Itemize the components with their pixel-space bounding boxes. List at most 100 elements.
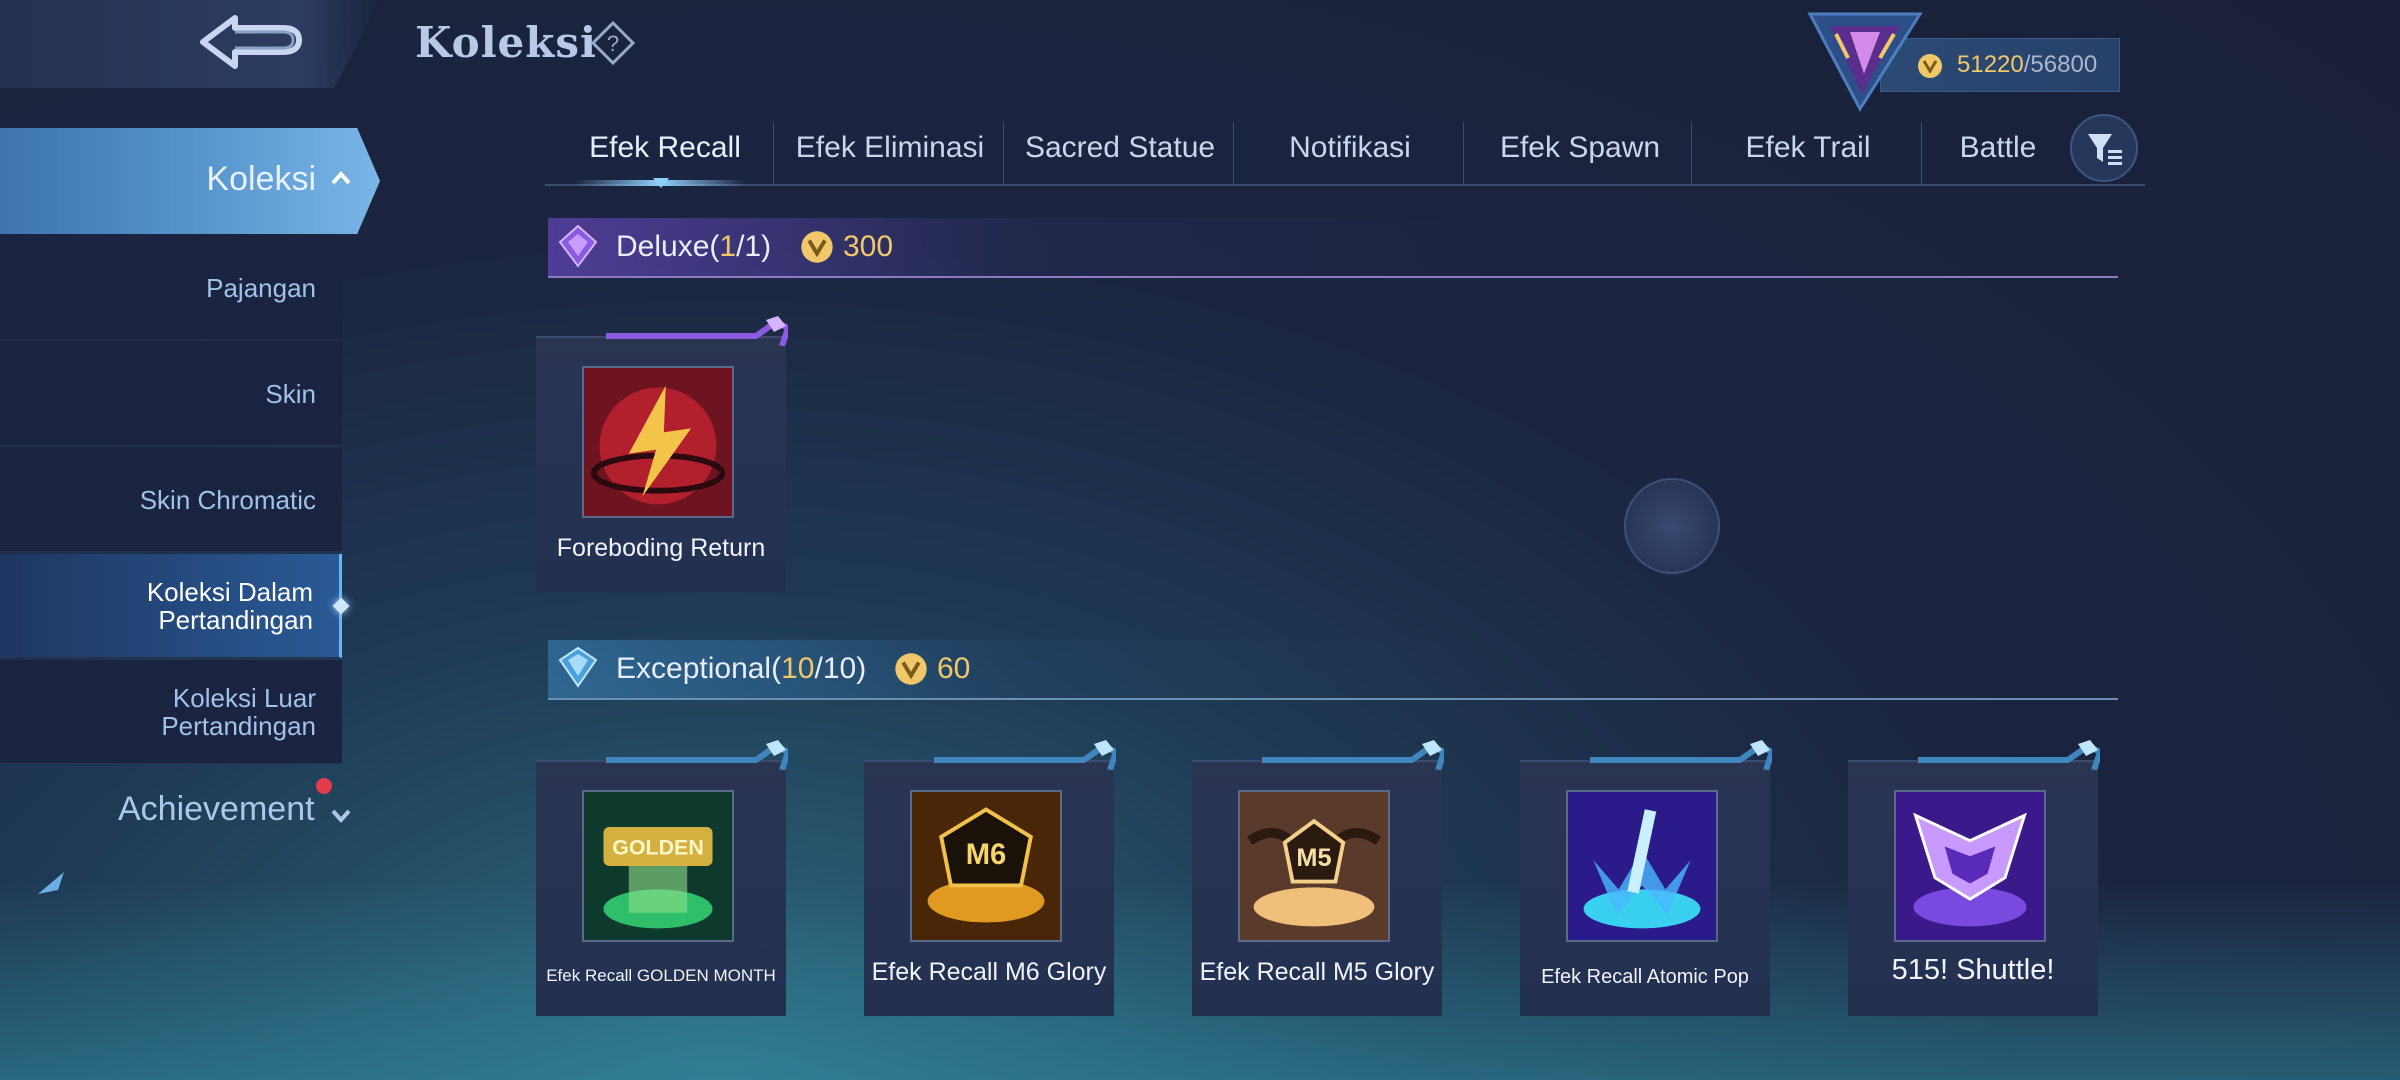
sidebar-item-label: Skin Chromatic — [139, 484, 316, 515]
card-art: M6 — [910, 790, 1062, 942]
section-price: 60 — [937, 652, 971, 685]
tab-label: Efek Recall — [589, 131, 741, 164]
tab-separator — [1691, 122, 1692, 186]
count-total: /1) — [736, 230, 772, 263]
card-art: M5 — [1238, 790, 1390, 942]
section-title: Exceptional(10/10) — [616, 652, 866, 686]
card-name: Foreboding Return — [556, 534, 766, 562]
collection-card-515-shuttle[interactable]: 515! Shuttle! — [1848, 740, 2100, 1016]
card-name: Efek Recall GOLDEN MONTH — [546, 966, 776, 985]
sidebar-item-label: Koleksi Dalam Pertandingan — [147, 578, 313, 634]
card-frame-decoration — [934, 740, 1116, 770]
sidebar-item-label-line2: Pertandingan — [158, 604, 313, 635]
rank-emblem-icon — [1807, 12, 1923, 112]
sidebar-item-label: Koleksi Luar Pertandingan — [161, 684, 316, 740]
points-max: 56800 — [2030, 51, 2098, 78]
exceptional-gem-icon — [558, 646, 598, 688]
battle-point-coin-icon — [801, 231, 833, 263]
tab-separator — [1463, 122, 1464, 186]
card-art — [582, 366, 734, 518]
notification-dot — [316, 778, 332, 794]
tab-label: Sacred Statue — [1024, 131, 1216, 164]
collection-card-foreboding-return[interactable]: Foreboding Return — [536, 316, 788, 592]
active-tab-marker-icon — [653, 178, 669, 188]
tab-efek-recall[interactable]: Efek Recall — [545, 110, 785, 186]
tab-label: Notifikasi — [1289, 131, 1411, 164]
deluxe-gem-icon — [558, 224, 598, 268]
tab-battle[interactable]: Battle — [1923, 110, 2073, 186]
tab-sacred-statue[interactable]: Sacred Statue — [1005, 110, 1235, 186]
decorative-triangle-icon — [38, 872, 64, 894]
floating-joystick-button[interactable] — [1624, 478, 1720, 574]
active-indicator — [332, 597, 350, 615]
sidebar-item-label-line2: Pertandingan — [161, 710, 316, 741]
section-price: 300 — [843, 230, 894, 263]
sidebar-item-label-line1: Koleksi Dalam — [146, 576, 313, 607]
tab-label: Efek Eliminasi — [795, 131, 985, 164]
sidebar-item-koleksi-luar-pertandingan[interactable]: Koleksi Luar Pertandingan — [0, 660, 342, 764]
collection-card-atomic-pop[interactable]: Efek Recall Atomic Pop — [1520, 740, 1772, 1016]
card-frame-decoration — [606, 316, 788, 346]
count-owned: 1 — [719, 230, 737, 263]
help-icon[interactable]: ? — [590, 20, 636, 66]
section-header-exceptional: Exceptional(10/10) 60 — [548, 640, 2118, 700]
card-name: 515! Shuttle! — [1891, 954, 2055, 986]
tab-efek-trail[interactable]: Efek Trail — [1693, 110, 1923, 186]
sidebar-item-pajangan[interactable]: Pajangan — [0, 236, 342, 340]
sidebar-achievement[interactable]: Achievement — [118, 790, 315, 829]
tab-efek-spawn[interactable]: Efek Spawn — [1465, 110, 1695, 186]
sidebar-item-skin-chromatic[interactable]: Skin Chromatic — [0, 448, 342, 552]
section-header-deluxe: Deluxe(1/1) 300 — [548, 218, 2118, 278]
chevron-down-icon[interactable] — [330, 808, 352, 824]
back-arrow-icon — [200, 15, 302, 69]
collection-card-m5-glory[interactable]: M5 Efek Recall M5 Glory — [1192, 740, 1444, 1016]
card-art-text: M6 — [966, 839, 1007, 871]
chevron-up-icon — [331, 170, 351, 185]
section-title: Deluxe(1/1) — [616, 230, 771, 264]
sidebar-main-koleksi[interactable]: Koleksi — [0, 128, 380, 234]
section-name: Deluxe — [616, 230, 710, 263]
filter-icon — [2088, 134, 2122, 165]
sidebar-item-label: Pajangan — [206, 272, 316, 303]
category-tabs: Efek Recall Efek Eliminasi Sacred Statue… — [545, 110, 2145, 188]
card-name: Efek Recall M5 Glory — [1199, 958, 1435, 986]
tab-separator — [773, 122, 774, 186]
card-art-text: M5 — [1296, 844, 1331, 872]
back-button[interactable] — [0, 0, 380, 88]
tab-notifikasi[interactable]: Notifikasi — [1235, 110, 1465, 186]
card-art: GOLDEN — [582, 790, 734, 942]
tab-label: Efek Trail — [1745, 131, 1871, 164]
sidebar-item-label: Skin — [265, 378, 316, 409]
points-current: 51220 — [1957, 51, 2024, 78]
card-art-text: GOLDEN — [612, 835, 704, 859]
collection-card-golden-month[interactable]: GOLDEN Efek Recall GOLDEN MONTH — [536, 740, 788, 1016]
card-frame-decoration — [606, 740, 788, 770]
card-frame-decoration — [1918, 740, 2100, 770]
collection-card-m6-glory[interactable]: M6 Efek Recall M6 Glory — [864, 740, 1116, 1016]
card-frame-decoration — [1590, 740, 1772, 770]
section-band — [548, 218, 2118, 278]
sidebar-item-skin[interactable]: Skin — [0, 342, 342, 446]
sidebar-item-label-line1: Koleksi Luar — [172, 682, 316, 713]
tab-separator — [1233, 122, 1234, 186]
filter-button[interactable] — [2070, 114, 2138, 182]
card-art — [1894, 790, 2046, 942]
card-frame-decoration — [1262, 740, 1444, 770]
points-separator: / — [2023, 51, 2031, 78]
section-name: Exceptional — [616, 652, 772, 685]
card-art — [1566, 790, 1718, 942]
svg-text:?: ? — [607, 31, 619, 56]
count-total: /10) — [814, 652, 867, 685]
sidebar-item-koleksi-dalam-pertandingan[interactable]: Koleksi Dalam Pertandingan — [0, 554, 350, 658]
tab-separator — [1003, 122, 1004, 186]
tab-separator — [1921, 122, 1922, 186]
tab-label: Battle — [1959, 131, 2037, 164]
page-title: Koleksi — [415, 18, 597, 67]
count-open: ( — [771, 652, 782, 685]
tab-label: Efek Spawn — [1499, 131, 1661, 164]
card-name: Efek Recall Atomic Pop — [1541, 966, 1749, 988]
count-open: ( — [709, 230, 720, 263]
card-name: Efek Recall M6 Glory — [871, 958, 1107, 986]
tab-efek-eliminasi[interactable]: Efek Eliminasi — [775, 110, 1005, 186]
count-owned: 10 — [781, 652, 815, 685]
